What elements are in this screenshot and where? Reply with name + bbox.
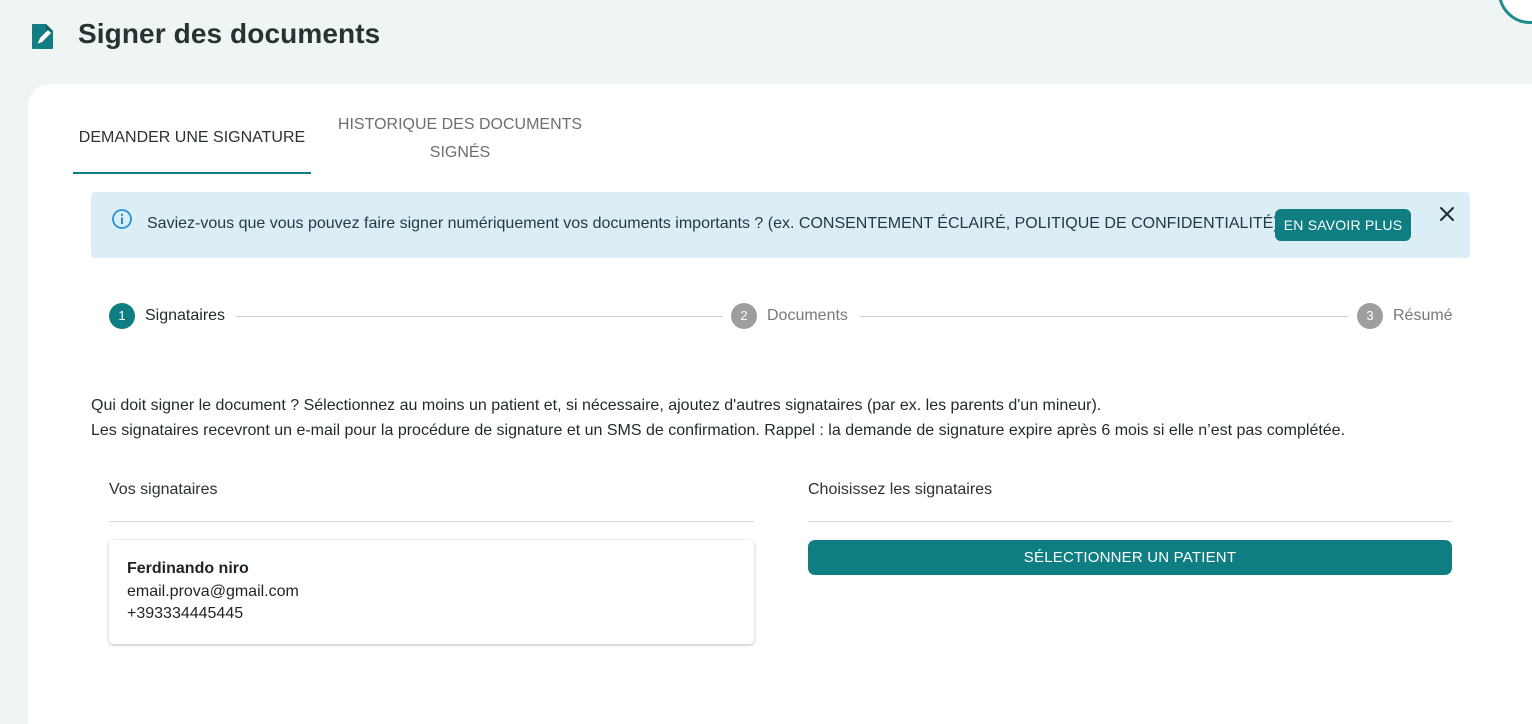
divider [109,521,754,522]
step-connector [860,316,1348,317]
step-2-number: 2 [731,303,757,329]
tab-request-signature-label: DEMANDER UNE SIGNATURE [78,129,306,146]
learn-more-button[interactable]: EN SAVOIR PLUS [1275,209,1411,241]
page-title: Signer des documents [78,18,381,49]
step-3-number: 3 [1357,303,1383,329]
signers-panel-title: Vos signataires [109,481,218,498]
step-2-label: Documents [767,307,848,324]
close-icon[interactable] [1437,204,1457,224]
description-line-1: Qui doit signer le document ? Sélectionn… [91,397,1102,414]
signer-card[interactable]: Ferdinando niro email.prova@gmail.com +3… [109,540,754,644]
divider [808,521,1452,522]
info-icon [112,209,132,229]
tab-request-signature[interactable]: DEMANDER UNE SIGNATURE [73,124,311,152]
step-1-number: 1 [109,303,135,329]
top-bar: Signer des documents [0,0,1532,84]
step-1-label: Signataires [145,307,226,324]
info-banner-text: Saviez-vous que vous pouvez faire signer… [147,215,1279,232]
signer-email: email.prova@gmail.com [127,583,299,600]
avatar[interactable] [1498,0,1532,24]
document-sign-icon [32,24,53,49]
choose-panel-title: Choisissez les signataires [808,481,993,498]
tab-signed-history[interactable]: HISTORIQUE DES DOCUMENTS SIGNÉS [326,111,594,167]
description-line-2: Les signataires recevront un e-mail pour… [91,422,1346,439]
main-card: DEMANDER UNE SIGNATURE HISTORIQUE DES DO… [28,84,1532,724]
step-3-label: Résumé [1393,307,1453,324]
active-tab-indicator [73,172,311,174]
select-patient-button[interactable]: SÉLECTIONNER UN PATIENT [808,540,1452,575]
signer-name: Ferdinando niro [127,560,249,577]
tab-signed-history-label-line2: SIGNÉS [429,144,491,161]
info-banner: Saviez-vous que vous pouvez faire signer… [91,192,1470,258]
signer-phone: +393334445445 [127,605,244,622]
step-connector [236,316,722,317]
tab-signed-history-label-line1: HISTORIQUE DES DOCUMENTS [337,116,583,133]
